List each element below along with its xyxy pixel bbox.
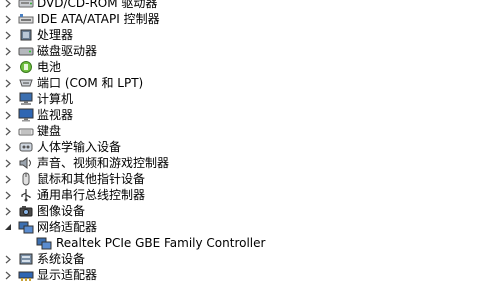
tree-item-label: 磁盘驱动器: [37, 44, 98, 58]
sound-icon: [18, 156, 34, 170]
expand-arrow-icon[interactable]: [4, 110, 12, 120]
tree-item-realtek-nic[interactable]: Realtek PCIe GBE Family Controller: [0, 235, 265, 251]
tree-item-label: 处理器: [37, 28, 74, 42]
computer-icon: [18, 92, 34, 106]
expand-arrow-icon[interactable]: [4, 62, 12, 72]
port-icon: [18, 76, 34, 90]
optical-drive-icon: [18, 0, 34, 10]
expand-arrow-icon[interactable]: [4, 270, 12, 280]
tree-item-processor[interactable]: 处理器: [0, 27, 73, 43]
tree-item-label: 计算机: [37, 92, 74, 106]
expand-arrow-icon[interactable]: [4, 174, 12, 184]
tree-item-disk-drive[interactable]: 磁盘驱动器: [0, 43, 97, 59]
tree-item-label: 声音、视频和游戏控制器: [37, 156, 170, 170]
tree-item-dvd-cdrom[interactable]: DVD/CD-ROM 驱动器: [0, 0, 157, 11]
tree-item-label: 鼠标和其他指针设备: [37, 172, 146, 186]
network-card-icon: [36, 236, 52, 250]
expand-arrow-icon[interactable]: [4, 78, 12, 88]
expand-arrow-icon[interactable]: [4, 94, 12, 104]
tree-item-label: 系统设备: [37, 252, 86, 266]
imaging-device-icon: [18, 204, 34, 218]
tree-item-label: 显示适配器: [37, 268, 98, 282]
tree-item-label: DVD/CD-ROM 驱动器: [37, 0, 158, 10]
disk-drive-icon: [18, 44, 34, 58]
expand-arrow-icon[interactable]: [4, 190, 12, 200]
tree-item-label: 网络适配器: [37, 220, 98, 234]
tree-item-network-adapters[interactable]: 网络适配器: [0, 219, 97, 235]
tree-item-label: 键盘: [37, 124, 62, 138]
expand-arrow-icon[interactable]: [4, 158, 12, 168]
mouse-icon: [18, 172, 34, 186]
device-tree: DVD/CD-ROM 驱动器 IDE ATA/ATAPI 控制器 处理器 磁盘驱…: [0, 0, 500, 290]
tree-item-label: 人体学输入设备: [37, 140, 122, 154]
tree-item-label: 图像设备: [37, 204, 86, 218]
expand-arrow-icon[interactable]: [4, 46, 12, 56]
usb-icon: [18, 188, 34, 202]
ide-controller-icon: [18, 12, 34, 26]
tree-item-label: 通用串行总线控制器: [37, 188, 146, 202]
expand-arrow-icon[interactable]: [4, 142, 12, 152]
expand-arrow-icon[interactable]: [4, 30, 12, 40]
expand-arrow-icon[interactable]: [4, 254, 12, 264]
tree-item-usb[interactable]: 通用串行总线控制器: [0, 187, 145, 203]
expand-arrow-icon[interactable]: [4, 126, 12, 136]
tree-item-ports[interactable]: 端口 (COM 和 LPT): [0, 75, 143, 91]
tree-item-hid[interactable]: 人体学输入设备: [0, 139, 121, 155]
system-device-icon: [18, 252, 34, 266]
tree-item-battery[interactable]: 电池: [0, 59, 61, 75]
tree-item-sound[interactable]: 声音、视频和游戏控制器: [0, 155, 169, 171]
expand-arrow-icon[interactable]: [4, 206, 12, 216]
expand-arrow-icon[interactable]: [4, 0, 12, 8]
tree-item-mouse[interactable]: 鼠标和其他指针设备: [0, 171, 145, 187]
tree-item-ide-ata[interactable]: IDE ATA/ATAPI 控制器: [0, 11, 160, 27]
monitor-icon: [18, 108, 34, 122]
expand-arrow-icon[interactable]: [4, 14, 12, 24]
tree-item-keyboard[interactable]: 键盘: [0, 123, 61, 139]
battery-icon: [18, 60, 34, 74]
tree-item-label: Realtek PCIe GBE Family Controller: [56, 236, 266, 250]
tree-item-label: 监视器: [37, 108, 74, 122]
processor-icon: [18, 28, 34, 42]
tree-item-label: 电池: [37, 60, 62, 74]
tree-item-label: 端口 (COM 和 LPT): [37, 76, 144, 90]
hid-icon: [18, 140, 34, 154]
tree-item-label: IDE ATA/ATAPI 控制器: [37, 12, 160, 26]
keyboard-icon: [18, 124, 34, 138]
tree-item-computer[interactable]: 计算机: [0, 91, 73, 107]
tree-item-display-adapters[interactable]: 显示适配器: [0, 267, 97, 283]
display-adapter-icon: [18, 268, 34, 282]
tree-item-system-devices[interactable]: 系统设备: [0, 251, 85, 267]
tree-item-monitor[interactable]: 监视器: [0, 107, 73, 123]
network-adapter-icon: [18, 220, 34, 234]
tree-item-imaging[interactable]: 图像设备: [0, 203, 85, 219]
collapse-arrow-icon[interactable]: [4, 222, 12, 232]
